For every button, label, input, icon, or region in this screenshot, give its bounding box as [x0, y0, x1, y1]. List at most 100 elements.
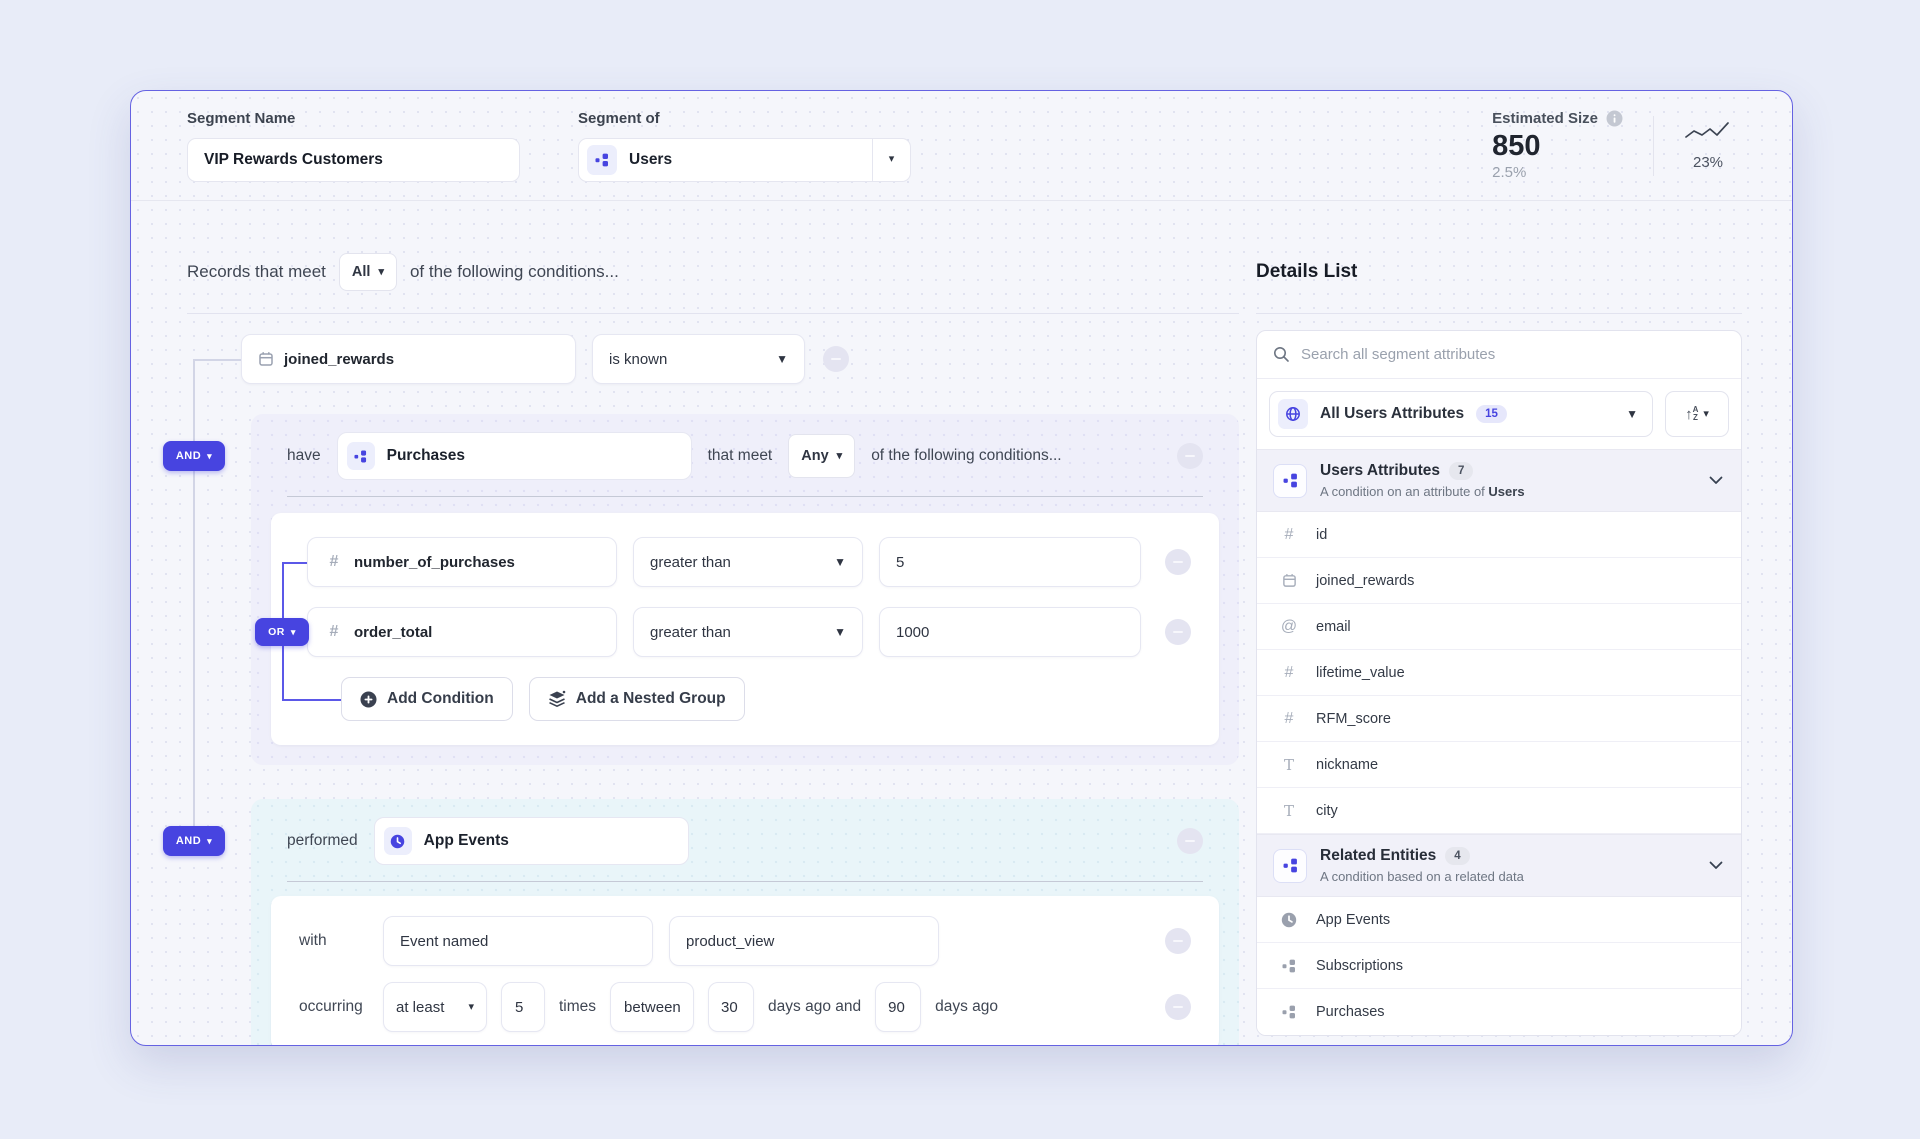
- event-value: product_view: [686, 932, 775, 950]
- event-named-select[interactable]: Event named: [383, 916, 653, 966]
- occurring-label: occurring: [299, 998, 363, 1015]
- attribute-item-joined-rewards[interactable]: joined_rewards: [1257, 558, 1741, 604]
- search-input[interactable]: [1301, 346, 1725, 363]
- section-text: Related Entities 4 A condition based on …: [1320, 847, 1696, 884]
- add-condition-button[interactable]: Add Condition: [341, 677, 513, 721]
- attribute-item-city[interactable]: T city: [1257, 788, 1741, 834]
- field-select-joined-rewards[interactable]: joined_rewards: [241, 334, 576, 384]
- number-icon: #: [1284, 709, 1294, 727]
- remove-group-button[interactable]: [1177, 443, 1203, 469]
- remove-condition-button[interactable]: [1165, 549, 1191, 575]
- remove-condition-button[interactable]: [1165, 928, 1191, 954]
- attribute-item-email[interactable]: @ email: [1257, 604, 1741, 650]
- or-connector-badge[interactable]: OR ▾: [255, 618, 309, 646]
- calendar-icon: [1279, 573, 1299, 588]
- match-all-value: All: [351, 264, 371, 280]
- attribute-item-id[interactable]: # id: [1257, 512, 1741, 558]
- sort-az-icon: ↑ A Z: [1685, 404, 1699, 423]
- sort-button[interactable]: ↑ A Z ▾: [1665, 391, 1729, 437]
- search-icon: [1274, 347, 1289, 362]
- entity-select-purchases[interactable]: Purchases: [336, 432, 692, 480]
- cluster-icon: [595, 153, 608, 166]
- group1-suffix: of the following conditions...: [871, 447, 1062, 464]
- dropdown-arrow-icon: ▼: [776, 352, 788, 366]
- remove-condition-button[interactable]: [1165, 994, 1191, 1020]
- number-icon: #: [1284, 663, 1294, 681]
- from-days-input[interactable]: 30: [708, 982, 755, 1032]
- section-header-related-entities[interactable]: Related Entities 4 A condition based on …: [1257, 834, 1741, 897]
- attribute-label: email: [1316, 618, 1351, 635]
- event-name-row: with Event named product_view: [299, 916, 1191, 966]
- users-entity-tile: [587, 144, 617, 175]
- at-icon: @: [1280, 617, 1298, 635]
- segment-of-value[interactable]: Users: [579, 144, 872, 175]
- attribute-item-nickname[interactable]: T nickname: [1257, 742, 1741, 788]
- info-icon[interactable]: [1606, 110, 1623, 127]
- entity-item-subscriptions[interactable]: Subscriptions: [1257, 943, 1741, 989]
- text-icon: T: [1283, 755, 1294, 774]
- days-ago-label: days ago: [935, 998, 999, 1015]
- sidebar-divider: [1256, 313, 1742, 314]
- and-connector-badge[interactable]: AND ▾: [163, 441, 225, 471]
- attribute-item-lifetime-value[interactable]: # lifetime_value: [1257, 650, 1741, 696]
- and-connector-badge[interactable]: AND ▾: [163, 826, 225, 856]
- segment-of-dropdown-button[interactable]: ▾: [872, 138, 910, 181]
- value-input-5[interactable]: 5: [879, 537, 1141, 587]
- match-any-select[interactable]: Any ▾: [788, 434, 856, 478]
- attribute-label: joined_rewards: [1316, 572, 1415, 589]
- group2-divider: [287, 881, 1203, 882]
- entity-item-purchases[interactable]: Purchases: [1257, 989, 1741, 1035]
- records-prefix: Records that meet: [187, 262, 326, 281]
- entity-select-app-events[interactable]: App Events: [373, 817, 689, 865]
- trend-sparkline: [1685, 122, 1729, 138]
- operator-select-greater-than[interactable]: greater than ▼: [633, 607, 863, 657]
- remove-condition-button[interactable]: [823, 346, 849, 372]
- dropdown-arrow-icon: ▾: [378, 265, 384, 278]
- attribute-filter-dropdown[interactable]: All Users Attributes 15 ▼: [1269, 391, 1653, 437]
- remove-group-button[interactable]: [1177, 828, 1203, 854]
- section-title: Users Attributes: [1320, 462, 1441, 479]
- remove-condition-button[interactable]: [1165, 619, 1191, 645]
- clock-icon: [390, 833, 406, 849]
- layers-icon: [548, 690, 566, 707]
- section-count-badge: 7: [1449, 462, 1474, 480]
- group1-header: have Purchases that meet Any ▾ of the fo…: [287, 432, 1203, 480]
- group2-entity-name: App Events: [423, 832, 509, 849]
- add-nested-group-button[interactable]: Add a Nested Group: [528, 677, 745, 721]
- field-select-number-of-purchases[interactable]: # number_of_purchases: [307, 537, 617, 587]
- dropdown-arrow-icon: ▼: [834, 625, 846, 639]
- match-all-select[interactable]: All ▾: [338, 253, 397, 291]
- segment-name-input[interactable]: [187, 137, 520, 182]
- dropdown-arrow-icon: ▾: [207, 835, 213, 846]
- group1-divider: [287, 496, 1203, 497]
- details-list-sidebar: Details List Search all segment attribut…: [1256, 253, 1742, 1036]
- field-select-order-total[interactable]: # order_total: [307, 607, 617, 657]
- records-intro-row: Records that meet All ▾ of the following…: [187, 253, 1239, 291]
- event-value-input[interactable]: product_view: [669, 916, 939, 966]
- attributes-panel: All Users Attributes 15 ▼ ↑AZ ▾: [1256, 330, 1742, 1036]
- at-least-select[interactable]: at least ▾: [383, 982, 487, 1032]
- between-select[interactable]: between: [610, 982, 695, 1032]
- number-icon: #: [1284, 525, 1294, 543]
- cluster-icon: [1279, 1005, 1299, 1019]
- value-input-1000[interactable]: 1000: [879, 607, 1141, 657]
- dropdown-arrow-icon: ▼: [1626, 407, 1638, 421]
- operator-select-is-known[interactable]: is known ▼: [592, 334, 805, 384]
- attribute-item-rfm-score[interactable]: # RFM_score: [1257, 696, 1741, 742]
- operator-select-greater-than[interactable]: greater than ▼: [633, 537, 863, 587]
- segment-name-label: Segment Name: [187, 109, 296, 127]
- entity-item-app-events[interactable]: App Events: [1257, 897, 1741, 943]
- records-suffix: of the following conditions...: [409, 262, 619, 281]
- segment-of-select[interactable]: Users ▾: [578, 137, 911, 182]
- count-input[interactable]: 5: [501, 982, 545, 1032]
- condition-row-joined-rewards: joined_rewards is known ▼: [241, 334, 1239, 384]
- to-days-input[interactable]: 90: [875, 982, 922, 1032]
- to-days-value: 90: [888, 998, 905, 1016]
- section-header-users-attributes[interactable]: Users Attributes 7 A condition on an att…: [1257, 449, 1741, 512]
- operator-value: greater than: [650, 553, 731, 571]
- group1-lead-label: have: [287, 447, 321, 464]
- condition-group-app-events: performed App Events with Event named pr…: [251, 799, 1239, 1045]
- cluster-icon: [1279, 959, 1299, 973]
- or-label: OR: [268, 626, 285, 638]
- field-name: joined_rewards: [284, 350, 395, 368]
